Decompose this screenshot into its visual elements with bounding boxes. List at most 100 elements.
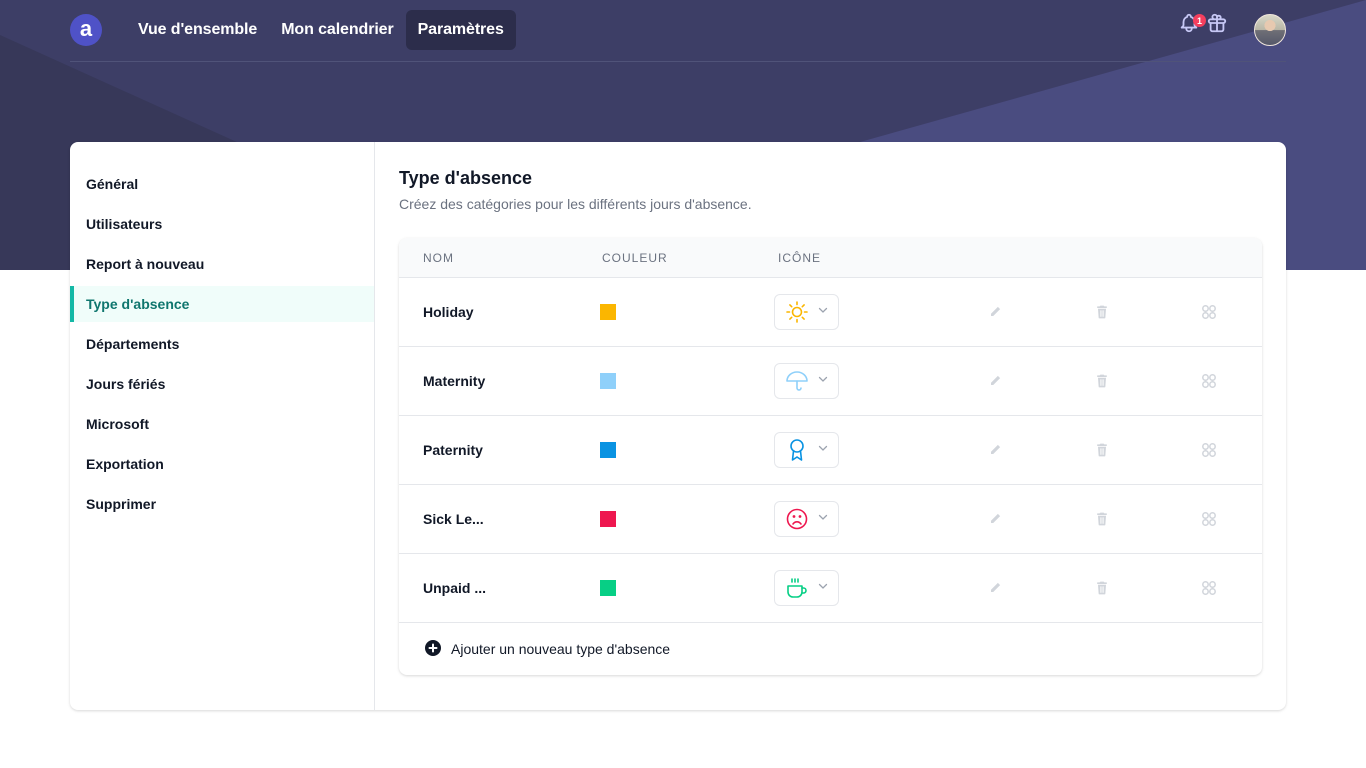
absence-types-table: NOM COULEUR ICÔNE Holiday Maternity Pate… bbox=[399, 238, 1262, 675]
pencil-icon[interactable] bbox=[985, 302, 1005, 322]
user-avatar[interactable] bbox=[1254, 14, 1286, 46]
coffee-cup-icon bbox=[785, 576, 809, 600]
sun-icon bbox=[785, 300, 809, 324]
icon-dropdown[interactable] bbox=[773, 294, 839, 330]
drag-handle-icon[interactable] bbox=[1199, 302, 1219, 322]
sidebar-item-holidays[interactable]: Jours fériés bbox=[70, 366, 374, 402]
sidebar-item-departments[interactable]: Départements bbox=[70, 326, 374, 362]
settings-card: Général Utilisateurs Report à nouveau Ty… bbox=[70, 142, 1286, 710]
table-row: Maternity bbox=[399, 347, 1262, 416]
sidebar-item-delete[interactable]: Supprimer bbox=[70, 486, 374, 522]
icon-cell bbox=[773, 570, 942, 606]
icon-cell bbox=[773, 363, 942, 399]
app-logo[interactable]: a bbox=[70, 14, 102, 46]
absence-type-name: Maternity bbox=[423, 373, 486, 389]
pencil-icon[interactable] bbox=[985, 440, 1005, 460]
notification-badge: 1 bbox=[1193, 14, 1206, 27]
table-header: NOM COULEUR ICÔNE bbox=[399, 238, 1262, 278]
color-swatch[interactable] bbox=[599, 442, 616, 458]
page-title: Type d'absence bbox=[399, 168, 532, 188]
column-header-name: NOM bbox=[423, 250, 454, 265]
trash-icon[interactable] bbox=[1092, 440, 1112, 460]
column-header-color: COULEUR bbox=[602, 250, 668, 265]
color-swatch[interactable] bbox=[599, 580, 616, 596]
top-right-actions: 1 bbox=[1178, 12, 1286, 48]
edit-cell bbox=[942, 371, 1049, 391]
sad-face-icon bbox=[785, 507, 809, 531]
edit-cell bbox=[942, 302, 1049, 322]
add-absence-type-label: Ajouter un nouveau type d'absence bbox=[451, 641, 671, 657]
color-cell bbox=[599, 442, 774, 458]
icon-dropdown[interactable] bbox=[773, 363, 839, 399]
reorder-cell bbox=[1155, 578, 1262, 598]
settings-sidebar: Général Utilisateurs Report à nouveau Ty… bbox=[70, 142, 375, 710]
icon-dropdown[interactable] bbox=[773, 570, 839, 606]
main-nav: Vue d'ensemble Mon calendrier Paramètres bbox=[126, 10, 516, 50]
main-content: Type d'absence Créez des catégories pour… bbox=[375, 142, 1286, 710]
delete-cell bbox=[1049, 302, 1156, 322]
delete-cell bbox=[1049, 578, 1156, 598]
table-row: Holiday bbox=[399, 278, 1262, 347]
color-cell bbox=[599, 511, 774, 527]
notifications-button[interactable]: 1 bbox=[1178, 12, 1206, 48]
sidebar-item-absence-type[interactable]: Type d'absence bbox=[70, 286, 374, 322]
chevron-down-icon bbox=[817, 372, 829, 390]
edit-cell bbox=[942, 440, 1049, 460]
color-cell bbox=[599, 580, 774, 596]
reorder-cell bbox=[1155, 371, 1262, 391]
column-header-icon: ICÔNE bbox=[778, 250, 822, 265]
sidebar-item-microsoft[interactable]: Microsoft bbox=[70, 406, 374, 442]
absence-type-name: Unpaid ... bbox=[423, 580, 486, 596]
plus-circle-icon bbox=[425, 639, 441, 659]
reorder-cell bbox=[1155, 509, 1262, 529]
trash-icon[interactable] bbox=[1092, 302, 1112, 322]
chevron-down-icon bbox=[817, 303, 829, 321]
add-absence-type-button[interactable]: Ajouter un nouveau type d'absence bbox=[399, 623, 1262, 675]
absence-type-name: Holiday bbox=[423, 304, 474, 320]
color-swatch[interactable] bbox=[599, 304, 616, 320]
sidebar-item-general[interactable]: Général bbox=[70, 166, 374, 202]
icon-dropdown[interactable] bbox=[773, 501, 839, 537]
table-row: Unpaid ... bbox=[399, 554, 1262, 623]
page-subtitle: Créez des catégories pour les différents… bbox=[399, 196, 752, 212]
trash-icon[interactable] bbox=[1092, 509, 1112, 529]
edit-cell bbox=[942, 509, 1049, 529]
drag-handle-icon[interactable] bbox=[1199, 371, 1219, 391]
color-cell bbox=[599, 373, 774, 389]
umbrella-icon bbox=[785, 369, 809, 393]
drag-handle-icon[interactable] bbox=[1199, 578, 1219, 598]
pencil-icon[interactable] bbox=[985, 509, 1005, 529]
color-cell bbox=[599, 304, 774, 320]
color-swatch[interactable] bbox=[599, 511, 616, 527]
absence-type-name: Sick Le... bbox=[423, 511, 484, 527]
icon-cell bbox=[773, 501, 942, 537]
trash-icon[interactable] bbox=[1092, 371, 1112, 391]
absence-type-name: Paternity bbox=[423, 442, 483, 458]
trash-icon[interactable] bbox=[1092, 578, 1112, 598]
sidebar-item-users[interactable]: Utilisateurs bbox=[70, 206, 374, 242]
top-navigation-bar: a Vue d'ensemble Mon calendrier Paramètr… bbox=[70, 0, 1286, 62]
delete-cell bbox=[1049, 440, 1156, 460]
pencil-icon[interactable] bbox=[985, 371, 1005, 391]
delete-cell bbox=[1049, 371, 1156, 391]
color-swatch[interactable] bbox=[599, 373, 616, 389]
icon-cell bbox=[773, 432, 942, 468]
chevron-down-icon bbox=[817, 579, 829, 597]
drag-handle-icon[interactable] bbox=[1199, 509, 1219, 529]
chevron-down-icon bbox=[817, 441, 829, 459]
delete-cell bbox=[1049, 509, 1156, 529]
sidebar-item-export[interactable]: Exportation bbox=[70, 446, 374, 482]
nav-settings[interactable]: Paramètres bbox=[405, 10, 516, 50]
nav-my-calendar[interactable]: Mon calendrier bbox=[269, 10, 405, 50]
pencil-icon[interactable] bbox=[985, 578, 1005, 598]
gifts-button[interactable] bbox=[1206, 12, 1234, 48]
nav-overview[interactable]: Vue d'ensemble bbox=[126, 10, 269, 50]
table-row: Paternity bbox=[399, 416, 1262, 485]
icon-cell bbox=[773, 294, 942, 330]
ribbon-award-icon bbox=[785, 438, 809, 462]
edit-cell bbox=[942, 578, 1049, 598]
reorder-cell bbox=[1155, 302, 1262, 322]
sidebar-item-carry-over[interactable]: Report à nouveau bbox=[70, 246, 374, 282]
drag-handle-icon[interactable] bbox=[1199, 440, 1219, 460]
icon-dropdown[interactable] bbox=[773, 432, 839, 468]
